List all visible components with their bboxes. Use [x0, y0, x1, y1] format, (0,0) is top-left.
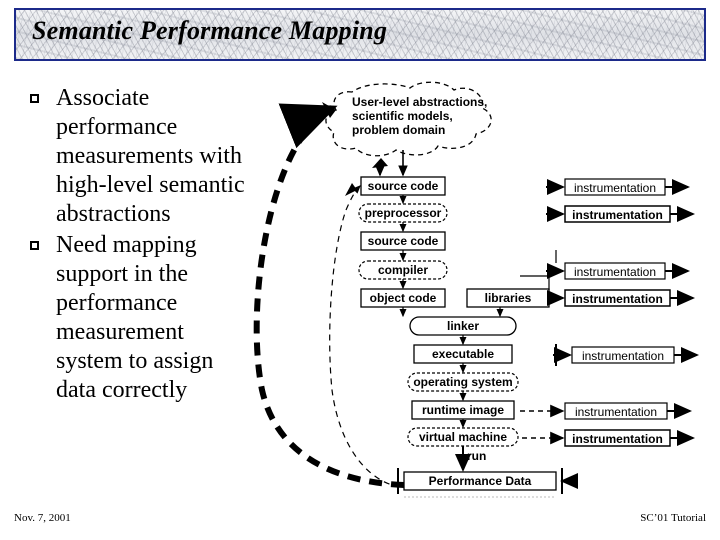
instrumentation-box-2: instrumentation: [572, 208, 663, 222]
page-title: Semantic Performance Mapping: [32, 16, 388, 45]
node-operating-system: operating system: [413, 375, 513, 389]
instrumentation-feedback-arrow: [329, 185, 401, 488]
instrumentation-box-4: instrumentation: [572, 292, 663, 306]
node-executable: executable: [431, 347, 495, 361]
footer-date: Nov. 7, 2001: [14, 512, 71, 524]
cloud-label-line3: problem domain: [352, 123, 446, 137]
node-compiler: compiler: [377, 263, 428, 277]
bullet-text: Associate performance measurements with …: [56, 85, 245, 227]
side-markers: [397, 250, 578, 498]
bullet-item: Associate performance measurements with …: [30, 84, 272, 229]
node-virtual-machine: virtual machine: [418, 430, 508, 444]
cloud-label-line2: scientific models,: [352, 109, 453, 123]
square-bullet-icon: [30, 94, 39, 103]
slide-canvas: Semantic Performance Mapping Associate p…: [0, 0, 720, 540]
square-bullet-icon: [30, 241, 39, 250]
cloud-outbound-arrow: [372, 158, 388, 168]
instrumentation-box-3: instrumentation: [573, 265, 657, 279]
node-source-code-2: source code: [367, 234, 439, 248]
footer-event: SC’01 Tutorial: [640, 512, 706, 524]
bullet-text: Need mapping support in the performance …: [56, 232, 214, 403]
node-source-code-1: source code: [367, 179, 439, 193]
instrumentation-box-6: instrumentation: [574, 405, 658, 419]
node-runtime-image: runtime image: [421, 403, 505, 417]
title-bar: Semantic Performance Mapping: [14, 8, 706, 61]
bullet-list: Associate performance measurements with …: [30, 84, 272, 407]
run-label: run: [467, 449, 487, 463]
node-object-code: object code: [369, 291, 437, 305]
instrumentation-box-1: instrumentation: [573, 181, 657, 195]
instrumentation-box-5: instrumentation: [581, 349, 665, 363]
source-code-inbound-arrow: [345, 183, 357, 196]
instrumentation-box-7: instrumentation: [572, 432, 663, 446]
bullet-item: Need mapping support in the performance …: [30, 231, 238, 405]
cloud-label-line1: User-level abstractions,: [352, 95, 488, 109]
cloud-label: User-level abstractions, scientific mode…: [352, 95, 502, 137]
node-preprocessor: preprocessor: [364, 206, 442, 220]
pipeline-connectors: [375, 150, 504, 472]
node-linker: linker: [446, 319, 479, 333]
node-performance-data: Performance Data: [428, 474, 532, 488]
node-libraries: libraries: [484, 291, 532, 305]
